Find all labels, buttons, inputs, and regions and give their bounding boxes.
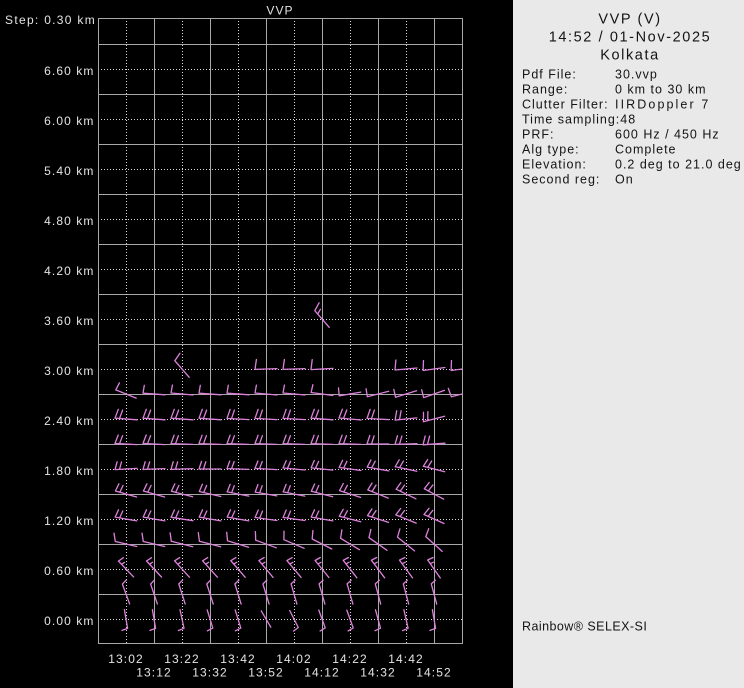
svg-text:3.00 km: 3.00 km <box>44 364 94 378</box>
svg-text:13:12: 13:12 <box>136 666 172 680</box>
svg-text:Second reg:: Second reg: <box>522 173 600 187</box>
svg-text:4.80 km: 4.80 km <box>44 214 94 228</box>
svg-text:Alg type:: Alg type: <box>522 143 580 157</box>
svg-text:6.00 km: 6.00 km <box>44 114 94 128</box>
svg-text:0.2 deg to 21.0 deg: 0.2 deg to 21.0 deg <box>615 158 742 172</box>
svg-text:600 Hz / 450 Hz: 600 Hz / 450 Hz <box>615 128 720 142</box>
svg-text:4.20 km: 4.20 km <box>44 264 94 278</box>
svg-text:6.60 km: 6.60 km <box>44 64 94 78</box>
svg-text:0.60 km: 0.60 km <box>44 564 94 578</box>
svg-text:3.60 km: 3.60 km <box>44 314 94 328</box>
svg-text:Range:: Range: <box>522 83 568 97</box>
svg-text:13:22: 13:22 <box>164 652 200 666</box>
svg-text:Kolkata: Kolkata <box>600 48 660 64</box>
svg-text:Pdf File:: Pdf File: <box>522 68 577 82</box>
svg-text:13:52: 13:52 <box>248 666 284 680</box>
svg-text:13:42: 13:42 <box>220 652 256 666</box>
svg-text:VVP: VVP <box>266 4 293 18</box>
svg-text:Clutter Filter:: Clutter Filter: <box>522 98 609 112</box>
svg-text:14:02: 14:02 <box>276 652 312 666</box>
svg-text:Step: 0.30 km: Step: 0.30 km <box>5 13 96 27</box>
svg-text:14:52: 14:52 <box>416 666 452 680</box>
svg-text:Elevation:: Elevation: <box>522 158 587 172</box>
svg-text:13:02: 13:02 <box>108 652 144 666</box>
svg-text:1.80 km: 1.80 km <box>44 464 94 478</box>
svg-text:30.vvp: 30.vvp <box>615 68 658 82</box>
svg-text:14:42: 14:42 <box>388 652 424 666</box>
svg-text:VVP (V): VVP (V) <box>598 11 661 27</box>
svg-text:14:22: 14:22 <box>332 652 368 666</box>
svg-text:14:12: 14:12 <box>304 666 340 680</box>
svg-text:5.40 km: 5.40 km <box>44 164 94 178</box>
svg-text:Time sampling:48: Time sampling:48 <box>522 113 636 127</box>
svg-text:13:32: 13:32 <box>192 666 228 680</box>
svg-text:Complete: Complete <box>615 143 677 157</box>
svg-text:0 km to 30 km: 0 km to 30 km <box>615 83 707 97</box>
svg-text:1.20 km: 1.20 km <box>44 514 94 528</box>
svg-text:2.40 km: 2.40 km <box>44 414 94 428</box>
svg-text:0.00 km: 0.00 km <box>44 614 94 628</box>
svg-text:PRF:: PRF: <box>522 128 554 142</box>
svg-text:Rainbow® SELEX-SI: Rainbow® SELEX-SI <box>522 620 647 634</box>
svg-text:On: On <box>615 173 634 187</box>
svg-text:14:32: 14:32 <box>360 666 396 680</box>
svg-text:14:52 / 01-Nov-2025: 14:52 / 01-Nov-2025 <box>549 30 712 46</box>
svg-text:IIRDoppler 7: IIRDoppler 7 <box>615 98 710 112</box>
